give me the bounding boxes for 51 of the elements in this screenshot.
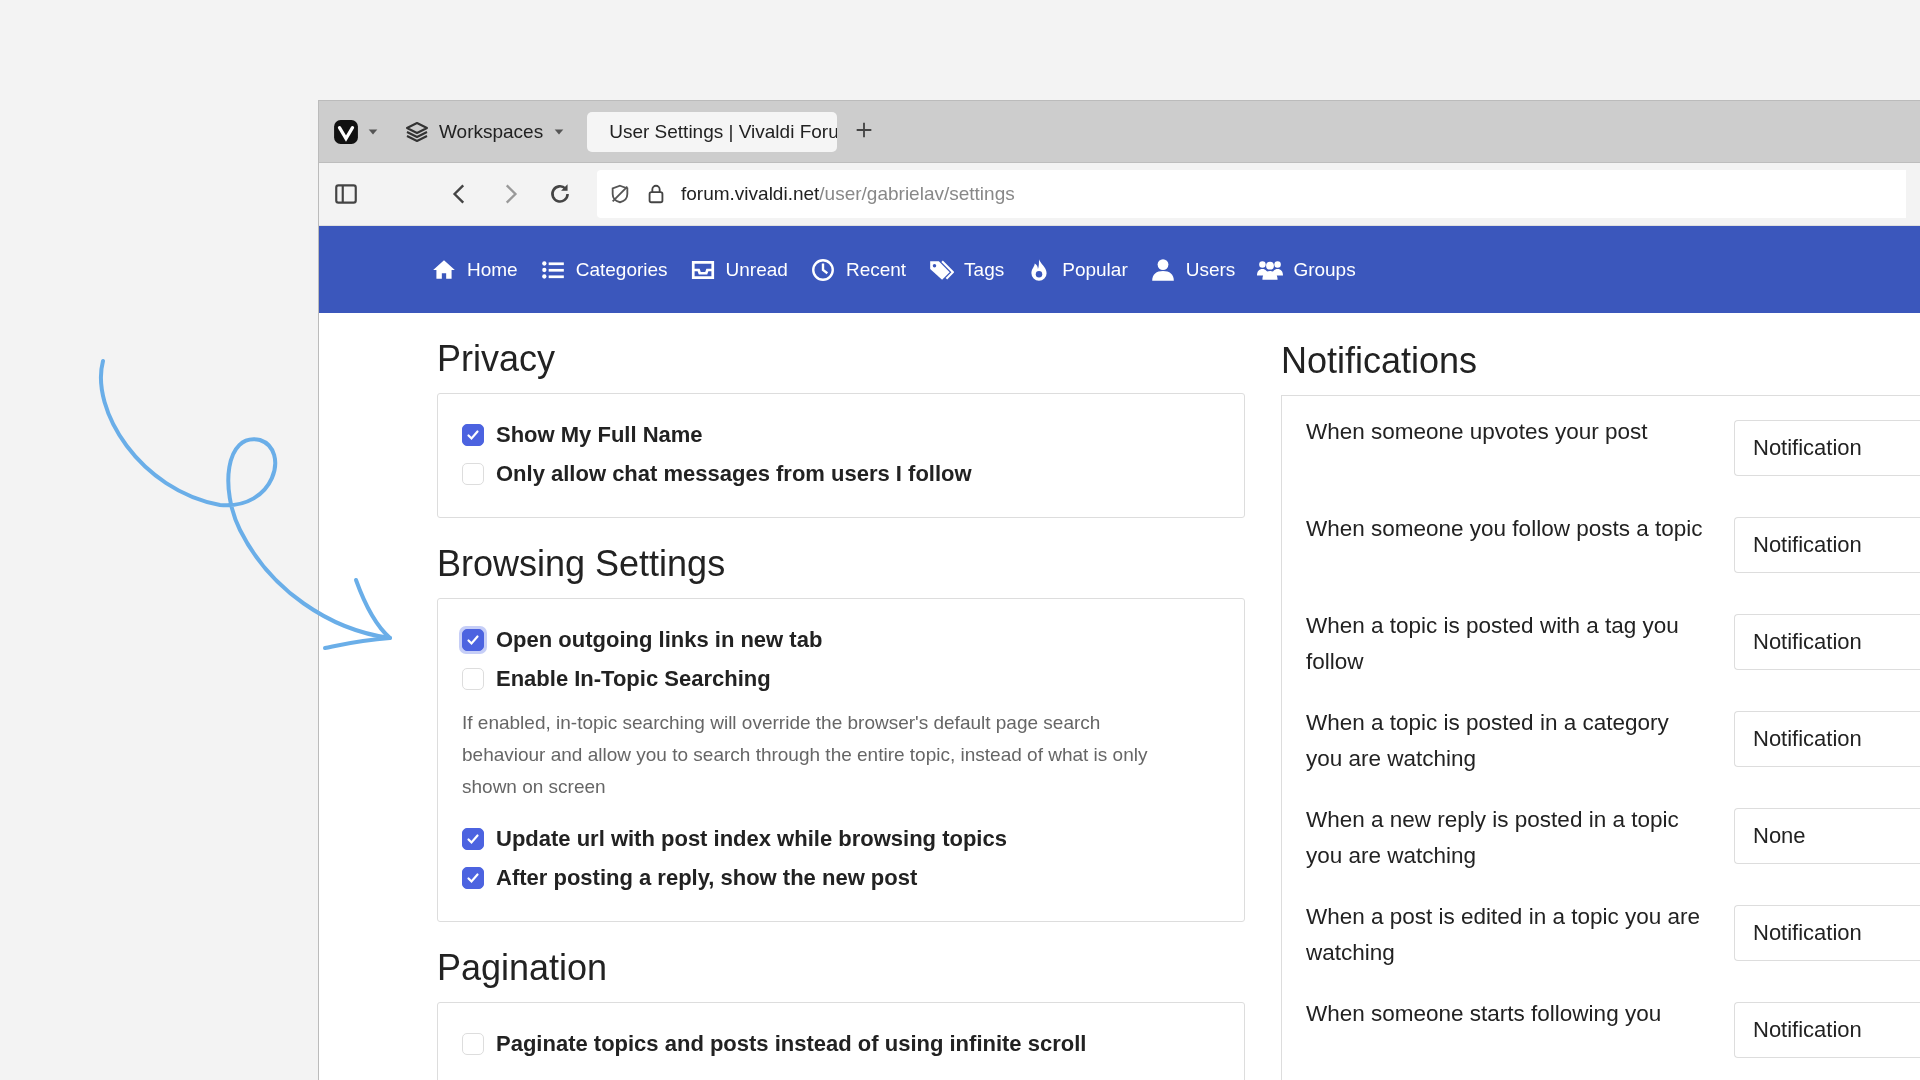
checkbox[interactable] <box>462 424 484 446</box>
checkbox-label[interactable]: Enable In-Topic Searching <box>496 666 771 692</box>
check-icon <box>466 871 480 885</box>
check-icon <box>466 633 480 647</box>
section-heading: Browsing Settings <box>437 542 727 586</box>
nav-link[interactable]: Home <box>431 256 518 283</box>
notification-label: When a post is edited in a topic you are watching <box>1306 903 1701 967</box>
vivaldi-logo-icon <box>333 118 359 145</box>
notification-label: When a new reply is posted in a topic you are watching <box>1306 806 1680 870</box>
nav-link[interactable]: Recent <box>809 256 907 283</box>
nav-link[interactable]: Groups <box>1257 256 1356 283</box>
browser-tab[interactable]: User Settings | Vivaldi Foru <box>587 111 838 152</box>
checkbox[interactable] <box>462 867 484 889</box>
notification-label: When someone you follow posts a topic <box>1306 515 1704 543</box>
notification-label: When someone starts following you <box>1306 1000 1663 1028</box>
notification-dropdown[interactable]: Notification <box>1734 711 1920 767</box>
checkbox-label[interactable]: Only allow chat messages from users I follow <box>496 461 972 487</box>
notification-dropdown[interactable]: Notification <box>1734 614 1920 670</box>
section-heading: Pagination <box>437 946 609 990</box>
notification-dropdown[interactable]: None <box>1734 808 1920 864</box>
notification-dropdown[interactable]: Notification <box>1734 905 1920 961</box>
clock-icon <box>809 256 836 283</box>
nav-link[interactable]: Unread <box>689 256 788 283</box>
section-heading: Notifications <box>1281 339 1479 383</box>
checkbox-label[interactable]: After posting a reply, show the new post <box>496 865 918 891</box>
notification-label: When someone upvotes your post <box>1306 418 1649 446</box>
panel-toggle-button[interactable] <box>333 181 359 207</box>
check-icon <box>466 832 480 846</box>
nav-link[interactable]: Categories <box>539 256 668 283</box>
checkbox-label[interactable]: Show My Full Name <box>496 422 703 448</box>
panel-icon <box>333 181 359 207</box>
help-text: If enabled, in-topic searching will override the browser's default page search behaviour and allow you to search through the entire topic, instead of what is only shown on screen <box>462 711 1149 799</box>
section-heading: Privacy <box>437 337 557 381</box>
checkbox-label[interactable]: Paginate topics and posts instead of using infinite scroll <box>496 1031 1087 1057</box>
notification-dropdown[interactable]: Notification <box>1734 420 1920 476</box>
user-icon <box>1149 256 1176 283</box>
nav-link[interactable]: Users <box>1149 256 1236 283</box>
nav-link[interactable]: Tags <box>928 256 1005 283</box>
notification-label: When a topic is posted with a tag you follow <box>1306 612 1680 676</box>
notification-dropdown[interactable]: Notification <box>1734 1002 1920 1058</box>
notification-label: When a topic is posted in a category you are watching <box>1306 709 1670 773</box>
checkbox-label[interactable]: Open outgoing links in new tab <box>496 627 823 653</box>
workspaces-button[interactable]: Workspaces <box>393 111 578 152</box>
notification-dropdown[interactable]: Notification <box>1734 517 1920 573</box>
check-icon <box>466 428 480 442</box>
shield-icon <box>609 183 631 205</box>
address-field[interactable]: forum.vivaldi.net/user/gabrielav/settings <box>597 170 1906 218</box>
checkbox[interactable] <box>462 828 484 850</box>
layers-icon <box>405 119 429 144</box>
nav-link[interactable]: Popular <box>1026 256 1128 283</box>
checkbox-label[interactable]: Update url with post index while browsing topics <box>496 826 1007 852</box>
